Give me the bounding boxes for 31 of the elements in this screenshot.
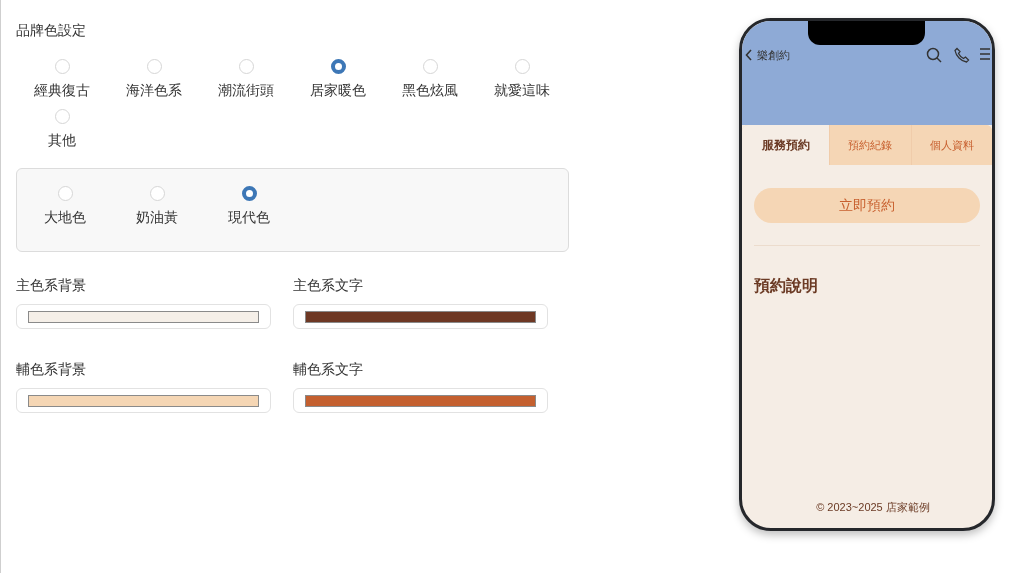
radio-label: 黑色炫風 xyxy=(402,81,458,100)
tab[interactable]: 個人資料 xyxy=(910,125,992,165)
radio-button[interactable] xyxy=(330,59,346,74)
app-title: 樂創約 xyxy=(757,48,790,63)
phone-icon[interactable] xyxy=(954,47,970,63)
menu-icon[interactable] xyxy=(980,47,990,61)
section-label: 品牌色設定 xyxy=(16,21,87,40)
color-picker[interactable] xyxy=(293,304,548,329)
radio-label: 潮流街頭 xyxy=(218,81,274,100)
footer-text: © 2023~2025 店家範例 xyxy=(815,499,931,515)
field-label: 輔色系文字 xyxy=(293,360,364,379)
radio-label: 其他 xyxy=(48,131,76,150)
color-picker[interactable] xyxy=(16,388,271,413)
radio-label: 海洋色系 xyxy=(126,81,182,100)
field-label: 主色系背景 xyxy=(16,276,87,295)
field-label: 輔色系背景 xyxy=(16,360,87,379)
radio-label: 經典復古 xyxy=(34,81,90,100)
back-icon xyxy=(745,49,753,61)
radio-label: 現代色 xyxy=(228,208,270,227)
search-icon[interactable] xyxy=(926,47,942,63)
radio-label: 大地色 xyxy=(44,208,86,227)
book-now-button[interactable]: 立即預約 xyxy=(754,188,980,223)
radio-label: 居家暖色 xyxy=(310,81,366,100)
radio-button[interactable] xyxy=(241,186,257,201)
radio-label: 就愛這味 xyxy=(494,81,550,100)
radio-label: 奶油黃 xyxy=(136,208,178,227)
field-label: 主色系文字 xyxy=(293,276,364,295)
tab[interactable]: 服務預約 xyxy=(742,125,829,165)
color-picker[interactable] xyxy=(293,388,548,413)
section-heading: 預約說明 xyxy=(754,276,819,296)
color-picker[interactable] xyxy=(16,304,271,329)
